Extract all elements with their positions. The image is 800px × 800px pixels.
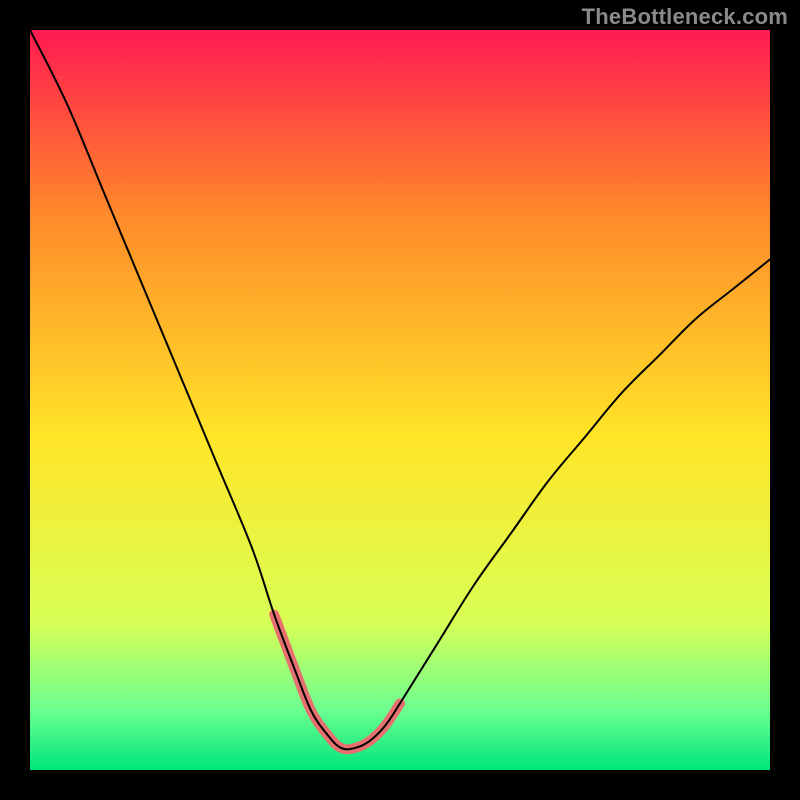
watermark-text: TheBottleneck.com xyxy=(582,4,788,30)
chart-plot-area xyxy=(30,30,770,770)
chart-frame: TheBottleneck.com xyxy=(0,0,800,800)
chart-svg xyxy=(30,30,770,770)
gradient-background xyxy=(30,30,770,770)
